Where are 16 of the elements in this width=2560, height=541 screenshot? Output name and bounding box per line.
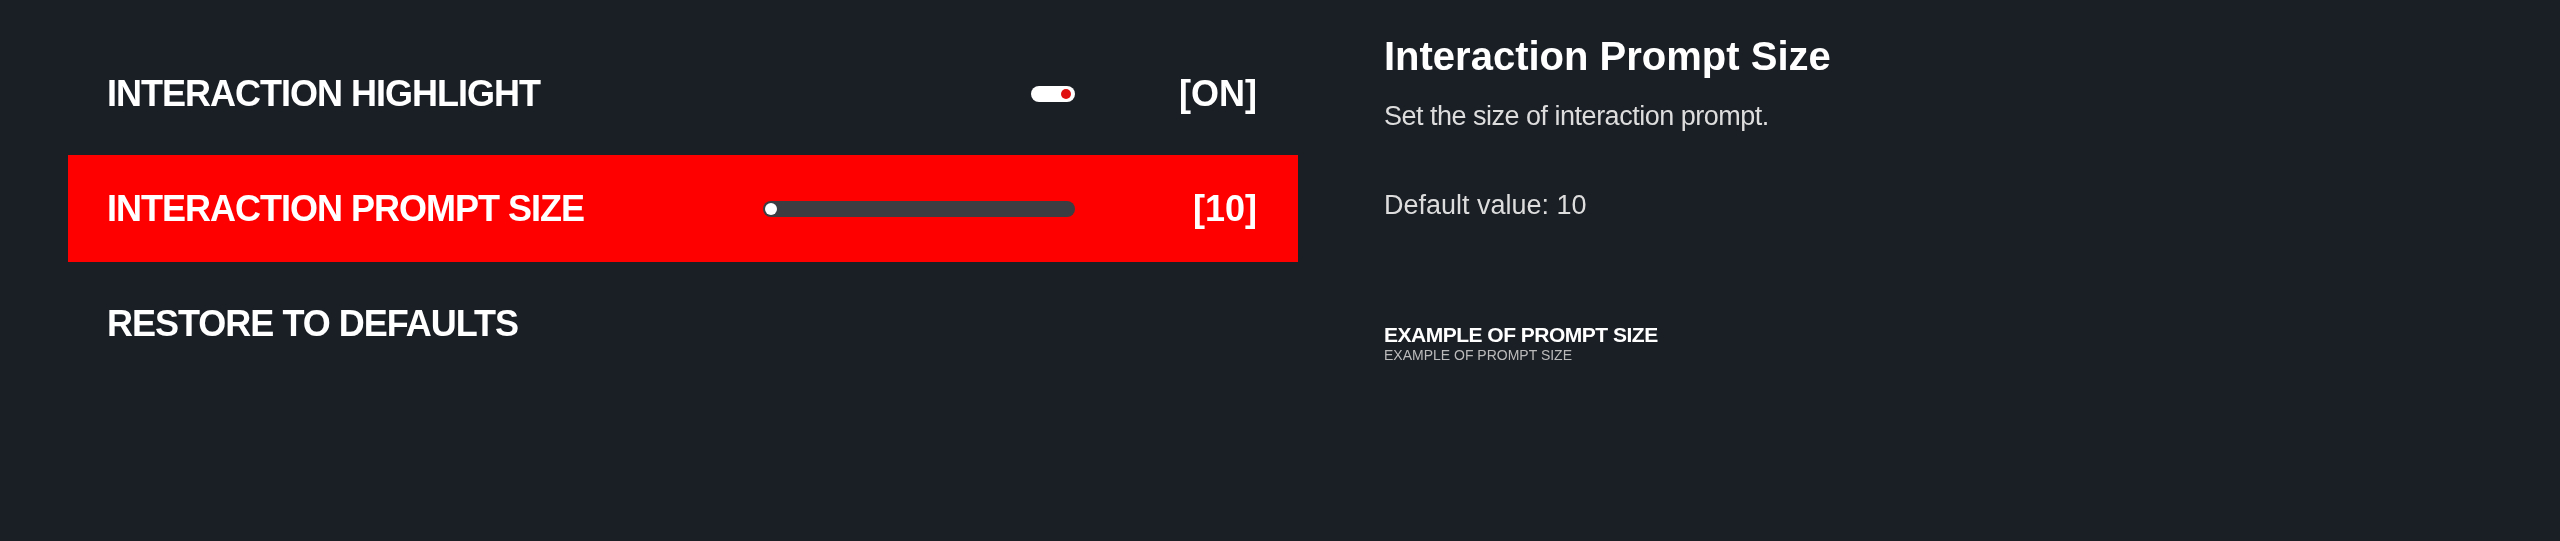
prompt-size-example: EXAMPLE OF PROMPT SIZE [1384, 347, 1573, 363]
detail-title: Interaction Prompt Size [1384, 34, 1831, 79]
setting-label: INTERACTION HIGHLIGHT [107, 72, 542, 115]
default-value-text: Default value: 10 [1384, 190, 1588, 221]
setting-row[interactable]: INTERACTION PROMPT SIZE [10] [68, 155, 1298, 262]
setting-row[interactable]: INTERACTION HIGHLIGHT [ON] [68, 40, 1298, 147]
prompt-size-example: EXAMPLE OF PROMPT SIZE [1384, 323, 1659, 347]
setting-label: INTERACTION PROMPT SIZE [107, 187, 585, 230]
slider-thumb[interactable] [765, 202, 777, 215]
slider-track[interactable] [763, 200, 1075, 217]
setting-value: [10] [1191, 187, 1257, 230]
setting-row[interactable]: RESTORE TO DEFAULTS [68, 270, 1298, 377]
setting-label: RESTORE TO DEFAULTS [107, 302, 520, 345]
setting-value: [ON] [1178, 72, 1257, 115]
detail-description: Set the size of interaction prompt. [1384, 101, 1770, 132]
toggle-switch[interactable] [1031, 85, 1075, 102]
